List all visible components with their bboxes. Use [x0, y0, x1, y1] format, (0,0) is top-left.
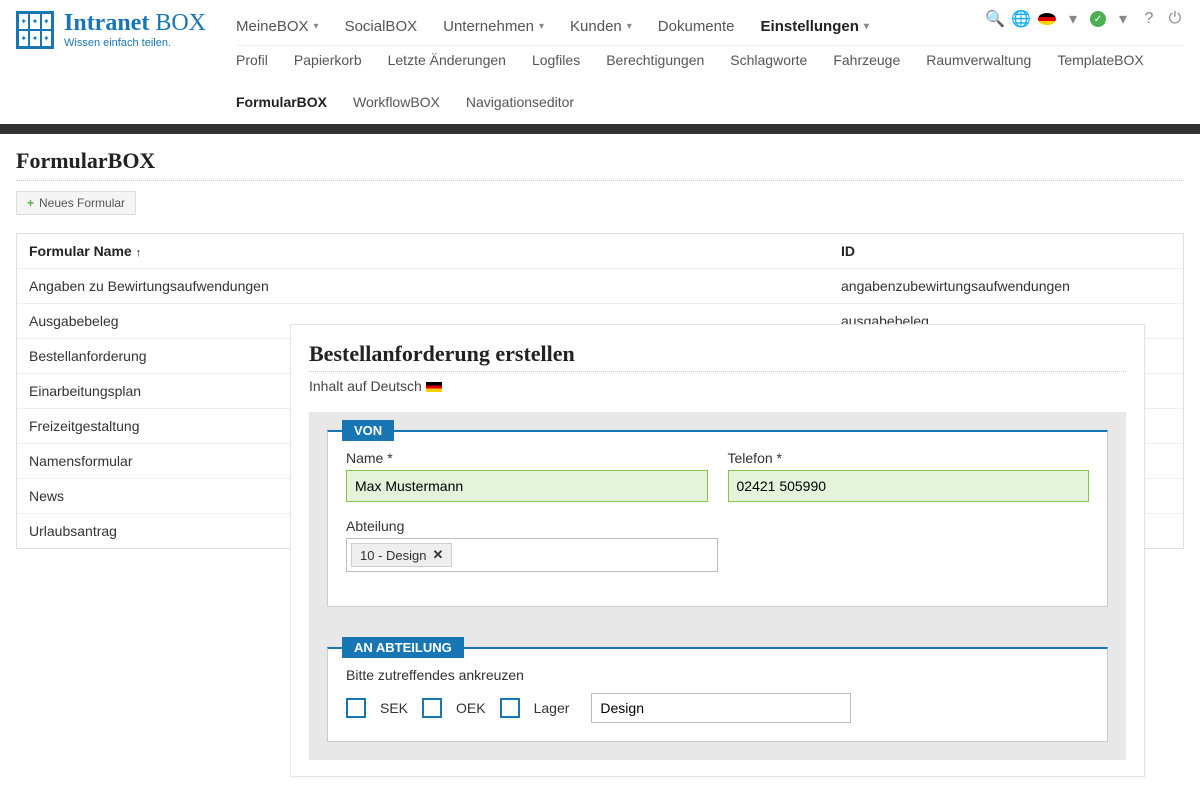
name-label: Name: [346, 450, 708, 466]
cell-name: Angaben zu Bewirtungsaufwendungen: [29, 278, 841, 294]
brand-name: Intranet BOX: [64, 10, 206, 37]
checkbox-lager[interactable]: [500, 698, 520, 718]
help-icon[interactable]: ?: [1140, 10, 1158, 28]
subnav-schlagworte[interactable]: Schlagworte: [730, 52, 807, 68]
checkbox-hint: Bitte zutreffendes ankreuzen: [346, 667, 1089, 683]
globe-icon[interactable]: 🌐: [1012, 10, 1030, 28]
cell-id: angabenzubewirtungsaufwendungen: [841, 278, 1171, 294]
new-form-button[interactable]: + Neues Formular: [16, 191, 136, 215]
checkbox-lager-label: Lager: [534, 700, 570, 716]
subnav-papierkorb[interactable]: Papierkorb: [294, 52, 362, 68]
chevron-down-icon: ▾: [314, 21, 319, 32]
subnav-fahrzeuge[interactable]: Fahrzeuge: [833, 52, 900, 68]
fieldset-von: VON Name Telefon Abteilung: [327, 430, 1108, 607]
plus-icon: +: [27, 196, 34, 210]
subnav-templatebox[interactable]: TemplateBOX: [1057, 52, 1143, 68]
chevron-down-icon: ▾: [1114, 10, 1132, 28]
subnav-berechtigungen[interactable]: Berechtigungen: [606, 52, 704, 68]
panel-title: Bestellanforderung erstellen: [309, 341, 1126, 372]
subnav-logfiles[interactable]: Logfiles: [532, 52, 580, 68]
nav-socialbox[interactable]: SocialBOX: [345, 18, 418, 35]
power-icon[interactable]: ⏻: [1166, 10, 1184, 28]
name-input[interactable]: [346, 470, 708, 502]
nav-meinebox[interactable]: MeineBOX▾: [236, 18, 319, 35]
chevron-down-icon: ▾: [627, 21, 632, 32]
search-icon[interactable]: 🔍: [986, 10, 1004, 28]
language-flag-de[interactable]: [1038, 13, 1056, 25]
col-header-id[interactable]: ID: [841, 243, 1171, 259]
subnav-navigationseditor[interactable]: Navigationseditor: [466, 94, 574, 110]
chevron-down-icon: ▾: [539, 21, 544, 32]
subnav-profil[interactable]: Profil: [236, 52, 268, 68]
extra-dept-input[interactable]: [591, 693, 851, 723]
phone-label: Telefon: [728, 450, 1090, 466]
col-header-name[interactable]: Formular Name ↑: [29, 243, 841, 259]
checkbox-sek[interactable]: [346, 698, 366, 718]
panel-subtitle: Inhalt auf Deutsch: [309, 378, 1126, 394]
phone-input[interactable]: [728, 470, 1090, 502]
subnav-raumverwaltung[interactable]: Raumverwaltung: [926, 52, 1031, 68]
subnav-workflowbox[interactable]: WorkflowBOX: [353, 94, 440, 110]
legend-von: VON: [342, 420, 394, 441]
flag-de-icon: [426, 382, 442, 392]
remove-tag-icon[interactable]: ✕: [432, 547, 443, 563]
subnav-letzte-änderungen[interactable]: Letzte Änderungen: [388, 52, 506, 68]
legend-an: AN ABTEILUNG: [342, 637, 464, 658]
nav-kunden[interactable]: Kunden▾: [570, 18, 632, 35]
form-editor-panel: Bestellanforderung erstellen Inhalt auf …: [290, 324, 1145, 777]
checkbox-oek[interactable]: [422, 698, 442, 718]
checkbox-sek-label: SEK: [380, 700, 408, 716]
sort-asc-icon: ↑: [136, 247, 142, 259]
brand-tagline: Wissen einfach teilen.: [64, 37, 206, 49]
nav-unternehmen[interactable]: Unternehmen▾: [443, 18, 544, 35]
table-row[interactable]: Angaben zu Bewirtungsaufwendungenangaben…: [17, 269, 1183, 304]
dept-label: Abteilung: [346, 518, 718, 534]
fieldset-an-abteilung: AN ABTEILUNG Bitte zutreffendes ankreuze…: [327, 647, 1108, 742]
page-title: FormularBOX: [16, 148, 1184, 181]
status-ok-icon[interactable]: ✓: [1090, 11, 1106, 27]
logo-icon: ✦✦✦✦✦✦: [16, 11, 54, 49]
dept-tag-input[interactable]: 10 - Design ✕: [346, 538, 718, 572]
checkbox-oek-label: OEK: [456, 700, 486, 716]
chevron-down-icon: ▾: [1064, 10, 1082, 28]
dept-tag: 10 - Design ✕: [351, 543, 452, 567]
nav-dokumente[interactable]: Dokumente: [658, 18, 735, 35]
subnav-formularbox[interactable]: FormularBOX: [236, 94, 327, 110]
nav-einstellungen[interactable]: Einstellungen▾: [761, 18, 869, 35]
chevron-down-icon: ▾: [864, 21, 869, 32]
